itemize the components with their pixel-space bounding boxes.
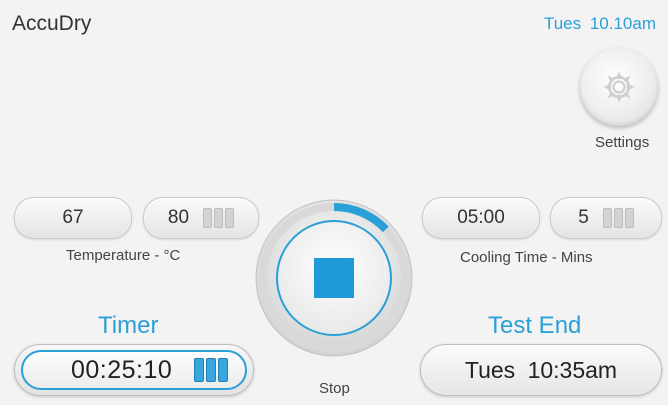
stepper-grip-icon	[194, 358, 229, 382]
temperature-current-display: 67	[14, 197, 132, 239]
stepper-grip-icon	[602, 208, 634, 228]
stop-button[interactable]	[254, 198, 414, 358]
test-end-value: Tues 10:35am	[464, 356, 618, 383]
cooling-label: Cooling Time - Mins	[460, 249, 593, 266]
temperature-setpoint-stepper[interactable]: 80	[143, 197, 259, 239]
timer-value: 00:25:10	[71, 355, 173, 384]
cooling-current-value: 05:00	[457, 207, 505, 228]
stop-label: Stop	[319, 380, 350, 397]
stop-dial	[255, 199, 413, 357]
app-title: AccuDry	[12, 12, 92, 35]
clock-display: Tues 10.10am	[543, 14, 656, 33]
cooling-current-display: 05:00	[422, 197, 540, 239]
stepper-grip-icon	[203, 208, 235, 228]
settings-button[interactable]	[580, 48, 658, 126]
timer-stepper[interactable]: 00:25:10	[14, 344, 254, 396]
settings-label: Settings	[595, 134, 650, 151]
stop-square-icon	[314, 258, 354, 298]
test-end-display: Tues 10:35am	[420, 344, 662, 396]
cooling-setpoint-value: 5	[578, 207, 589, 228]
gear-icon	[603, 71, 635, 103]
test-end-heading: Test End	[488, 312, 582, 339]
cooling-setpoint-stepper[interactable]: 5	[550, 197, 662, 239]
temperature-label: Temperature - °C	[66, 247, 181, 264]
temperature-setpoint-value: 80	[167, 207, 190, 228]
timer-heading: Timer	[98, 312, 159, 339]
temperature-current-value: 67	[62, 207, 84, 228]
